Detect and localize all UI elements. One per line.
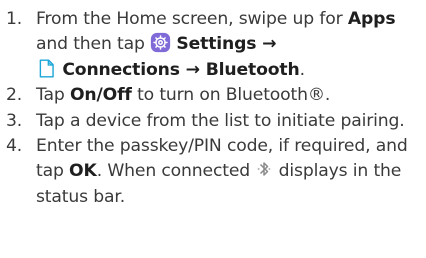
connections-icon [39,59,54,78]
bluetooth-label: Bluetooth [205,59,300,80]
step-4: 4. Enter the passkey/PIN code, if requir… [6,134,422,210]
step-text: to turn on Bluetooth®. [131,85,331,106]
settings-label: Settings [176,34,257,55]
apps-label: Apps [347,9,396,29]
on-off-label: On/Off [69,85,132,106]
step-text: From the Home screen, swipe up for [36,9,348,29]
step-text: and then tap [36,34,151,55]
step-number: 1. [6,9,23,29]
arrow: → [179,59,206,80]
step-number: 3. [6,110,23,131]
step-text: Tap [36,85,70,106]
step-text: Tap a device from the list to initiate p… [36,110,405,131]
settings-gear-icon [150,33,171,53]
connections-line: Connections → Bluetooth. [36,58,422,83]
step-number: 4. [6,136,23,157]
bluetooth-icon [258,162,271,177]
step-1: 1. From the Home screen, swipe up for Ap… [6,7,422,83]
instruction-steps: 1. From the Home screen, swipe up for Ap… [6,7,422,210]
ok-label: OK [69,161,97,182]
step-2: 2. Tap On/Off to turn on Bluetooth®. [6,83,422,108]
step-3: 3. Tap a device from the list to initiat… [6,109,422,134]
period: . [299,59,305,80]
arrow: → [256,34,277,55]
step-number: 2. [6,85,23,106]
step-text: . When connected [96,161,256,182]
connections-label: Connections [62,59,180,80]
